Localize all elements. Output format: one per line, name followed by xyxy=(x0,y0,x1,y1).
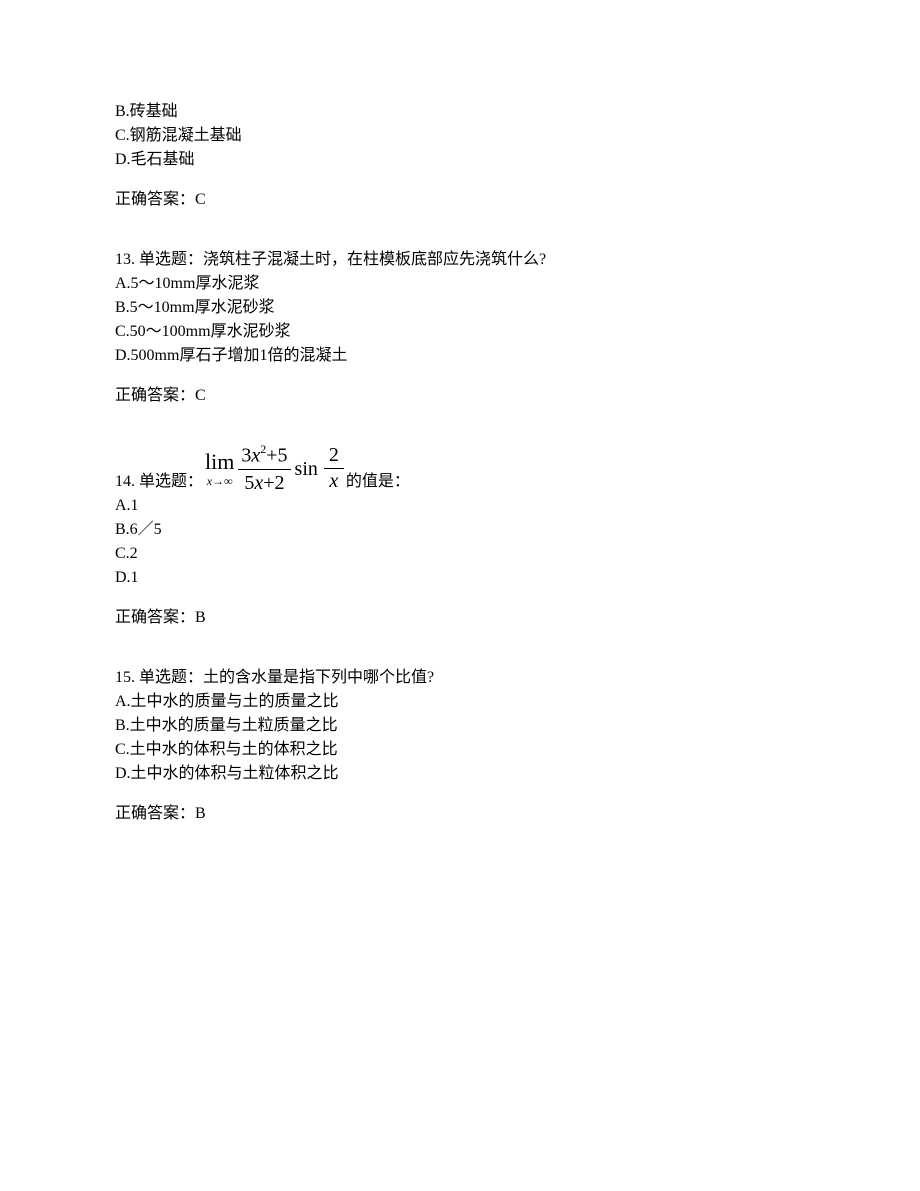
math-formula: lim x→∞ 3x2+5 5x+2 sin 2 x xyxy=(203,444,346,494)
fraction-1-denominator: 5x+2 xyxy=(241,470,287,494)
option-a: A.5～10mm厚水泥浆 xyxy=(115,272,805,296)
sin-function: sin xyxy=(295,454,318,484)
fraction-2: 2 x xyxy=(324,445,344,492)
option-b: B.6／5 xyxy=(115,518,805,542)
limit-symbol: lim x→∞ xyxy=(205,451,234,487)
option-c: C.50～100mm厚水泥砂浆 xyxy=(115,320,805,344)
fraction-1: 3x2+5 5x+2 xyxy=(238,444,290,494)
answer-label: 正确答案：C xyxy=(115,384,805,408)
fraction-1-numerator: 3x2+5 xyxy=(238,444,290,470)
answer-label: 正确答案：B xyxy=(115,802,805,826)
option-d: D.土中水的体积与土粒体积之比 xyxy=(115,762,805,786)
option-b: B.5～10mm厚水泥砂浆 xyxy=(115,296,805,320)
lim-subscript: x→∞ xyxy=(207,475,233,487)
option-b: B.砖基础 xyxy=(115,100,805,124)
lim-text: lim xyxy=(205,451,234,473)
option-d: D.毛石基础 xyxy=(115,148,805,172)
fraction-2-denominator: x xyxy=(324,469,343,492)
option-b: B.土中水的质量与土粒质量之比 xyxy=(115,714,805,738)
option-a: A.1 xyxy=(115,494,805,518)
question-prefix: 14. 单选题： xyxy=(115,470,203,494)
question-partial: B.砖基础 C.钢筋混凝土基础 D.毛石基础 正确答案：C xyxy=(115,100,805,212)
answer-label: 正确答案：B xyxy=(115,606,805,630)
question-14: 14. 单选题： lim x→∞ 3x2+5 5x+2 sin 2 x 的值是：… xyxy=(115,444,805,630)
question-15: 15. 单选题：土的含水量是指下列中哪个比值? A.土中水的质量与土的质量之比 … xyxy=(115,666,805,826)
question-13: 13. 单选题：浇筑柱子混凝土时，在柱模板底部应先浇筑什么? A.5～10mm厚… xyxy=(115,248,805,408)
question-suffix: 的值是： xyxy=(346,470,410,494)
question-stem: 15. 单选题：土的含水量是指下列中哪个比值? xyxy=(115,666,805,690)
option-c: C.土中水的体积与土的体积之比 xyxy=(115,738,805,762)
question-stem: 13. 单选题：浇筑柱子混凝土时，在柱模板底部应先浇筑什么? xyxy=(115,248,805,272)
option-d: D.1 xyxy=(115,566,805,590)
answer-label: 正确答案：C xyxy=(115,188,805,212)
fraction-2-numerator: 2 xyxy=(324,445,344,469)
option-c: C.钢筋混凝土基础 xyxy=(115,124,805,148)
option-d: D.500mm厚石子增加1倍的混凝土 xyxy=(115,344,805,368)
option-c: C.2 xyxy=(115,542,805,566)
option-a: A.土中水的质量与土的质量之比 xyxy=(115,690,805,714)
